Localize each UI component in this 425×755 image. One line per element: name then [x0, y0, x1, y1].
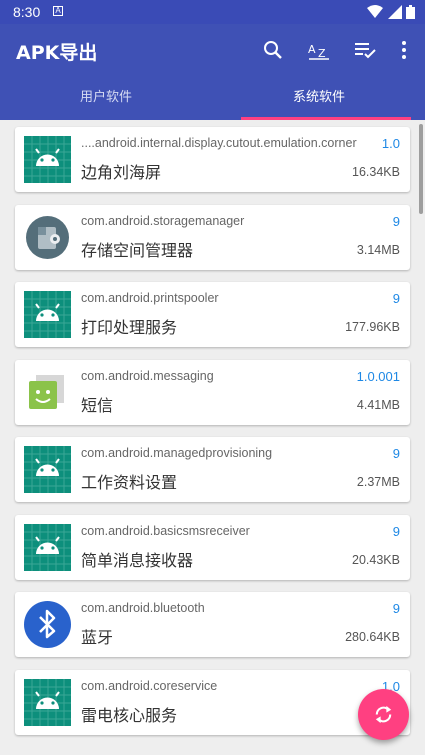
app-name: 工作资料设置 — [81, 473, 178, 492]
app-package-name: com.android.storagemanager — [81, 213, 245, 228]
android-icon — [24, 136, 71, 183]
app-size: 16.34KB — [352, 165, 400, 179]
app-card[interactable]: com.android.printspooler 打印处理服务 9 177.96KB — [15, 282, 410, 347]
app-card[interactable]: com.android.messaging 短信 1.0.001 4.41MB — [15, 359, 410, 425]
svg-text:A: A — [308, 43, 316, 56]
app-name: 雷电核心服务 — [81, 705, 178, 725]
refresh-icon — [375, 705, 392, 724]
android-icon — [24, 291, 71, 338]
app-card[interactable]: com.android.bluetooth 蓝牙 9 280.64KB — [15, 592, 410, 657]
app-card[interactable]: com.android.basicsmsreceiver 简单消息接收器 9 20.4… — [15, 514, 410, 580]
app-package-name: com.android.messaging — [81, 368, 214, 383]
app-list[interactable]: ....android.internal.display.cutout.emul… — [0, 120, 425, 755]
app-size: 4.41MB — [356, 397, 400, 412]
app-version: 9 — [392, 601, 400, 616]
app-card[interactable]: com.android.managedprovisioning 工作资料设置 9 2.… — [15, 437, 410, 502]
refresh-button[interactable] — [358, 689, 409, 740]
messaging-icon — [24, 369, 71, 416]
app-version: 9 — [392, 291, 400, 306]
app-package-name: ....android.internal.display.cutout.emul… — [81, 136, 357, 150]
status-time: 8:30 — [13, 4, 41, 20]
sort-az-icon[interactable]: A Z — [307, 38, 331, 62]
signal-icon — [387, 5, 402, 19]
wifi-icon — [367, 5, 384, 18]
tab-system-apps[interactable]: 系统软件 — [213, 76, 425, 120]
android-icon — [24, 523, 71, 571]
app-name: 打印处理服务 — [81, 318, 178, 337]
app-toolbar: APK导出 A Z — [0, 24, 425, 76]
app-name: 短信 — [81, 395, 114, 415]
app-title: APK导出 — [16, 42, 98, 64]
app-version: 1.0 — [381, 136, 400, 151]
more-vert-icon[interactable] — [392, 38, 416, 62]
app-version: 1.0.001 — [356, 368, 400, 384]
app-size: 20.43KB — [352, 552, 400, 567]
android-icon — [24, 446, 71, 493]
bluetooth-icon — [24, 601, 71, 648]
app-size: 280.64KB — [345, 630, 400, 644]
app-version: 9 — [392, 446, 400, 461]
app-package-name: com.android.printspooler — [81, 291, 219, 305]
tab-user-apps[interactable]: 用户软件 — [0, 76, 212, 120]
app-name: 简单消息接收器 — [81, 550, 194, 570]
storage-manager-icon — [24, 214, 71, 261]
app-card[interactable]: ....android.internal.display.cutout.emul… — [15, 127, 410, 192]
battery-icon — [406, 5, 415, 19]
tab-bar: 用户软件 系统软件 — [0, 76, 425, 120]
search-icon[interactable] — [261, 38, 285, 62]
app-card[interactable]: com.android.coreservice雷电核心服务1.020. — [15, 669, 410, 735]
app-name: 边角刘海屏 — [81, 163, 162, 182]
app-name: 蓝牙 — [81, 628, 114, 647]
app-version: 9 — [392, 213, 400, 229]
app-size: 3.14MB — [356, 242, 400, 257]
app-size: 177.96KB — [345, 320, 400, 334]
scrollbar[interactable] — [419, 124, 423, 214]
select-list-icon[interactable] — [353, 38, 377, 62]
app-package-name: com.android.managedprovisioning — [81, 446, 273, 460]
status-bar: 8:30 A — [0, 0, 425, 24]
status-icons — [367, 5, 415, 24]
app-package-name: com.android.basicsmsreceiver — [81, 523, 250, 538]
app-package-name: com.android.coreservice — [81, 678, 218, 693]
app-card[interactable]: com.android.storagemanager 存储空间管理器 9 3.14MB — [15, 204, 410, 270]
app-name: 存储空间管理器 — [81, 240, 194, 260]
android-icon — [24, 678, 71, 726]
svg-text:Z: Z — [318, 47, 326, 60]
app-package-name: com.android.bluetooth — [81, 601, 205, 615]
app-version: 9 — [392, 523, 400, 539]
app-size: 2.37MB — [356, 475, 400, 489]
notification-icon: A — [53, 6, 63, 16]
